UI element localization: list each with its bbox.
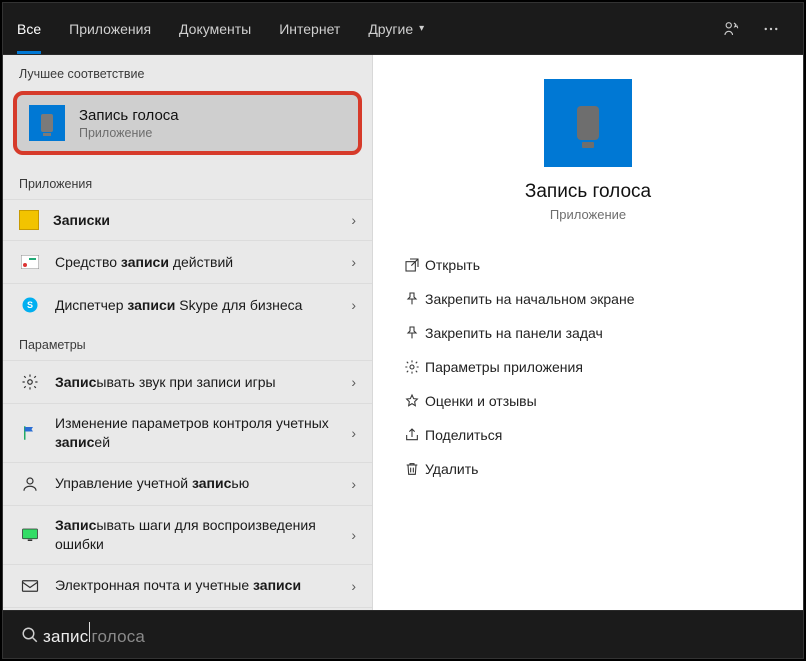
list-item-label: Записки <box>53 211 351 230</box>
action-label: Параметры приложения <box>425 359 583 375</box>
setting-result-record-steps[interactable]: Записывать шаги для воспроизведения ошиб… <box>3 505 372 564</box>
action-pin-start[interactable]: Закрепить на начальном экране <box>393 282 783 316</box>
section-best-match: Лучшее соответствие <box>3 55 372 89</box>
search-icon <box>17 626 43 644</box>
action-app-settings[interactable]: Параметры приложения <box>393 350 783 384</box>
tab-more[interactable]: Другие ▾ <box>354 3 438 54</box>
section-web-search: Поиск в Интернете <box>3 607 372 610</box>
action-label: Поделиться <box>425 427 502 443</box>
pin-taskbar-icon <box>399 325 425 341</box>
results-panel: Лучшее соответствие Запись голоса Прилож… <box>3 55 373 610</box>
list-item-label: Электронная почта и учетные записи <box>55 576 351 595</box>
app-result-sticky-notes[interactable]: Записки › <box>3 199 372 240</box>
app-tile-icon <box>544 79 632 167</box>
chevron-right-icon: › <box>351 254 356 270</box>
monitor-icon <box>19 524 41 546</box>
action-label: Открыть <box>425 257 480 273</box>
share-icon <box>399 427 425 443</box>
chevron-right-icon: › <box>351 212 356 228</box>
chevron-right-icon: › <box>351 527 356 543</box>
search-typed-text: запис <box>43 627 88 647</box>
skype-icon: S <box>19 294 41 316</box>
microphone-icon <box>577 106 599 140</box>
list-item-label: Управление учетной записью <box>55 474 351 493</box>
trash-icon <box>399 461 425 477</box>
chevron-right-icon: › <box>351 476 356 492</box>
action-rate[interactable]: Оценки и отзывы <box>393 384 783 418</box>
gear-icon <box>399 359 425 375</box>
search-bar[interactable]: запис голоса <box>3 610 803 658</box>
section-apps: Приложения <box>3 165 372 199</box>
setting-result-account-mgmt[interactable]: Управление учетной записью › <box>3 462 372 505</box>
pin-start-icon <box>399 291 425 307</box>
svg-text:S: S <box>27 300 33 310</box>
action-label: Закрепить на панели задач <box>425 325 603 341</box>
chevron-right-icon: › <box>351 374 356 390</box>
tab-more-label: Другие <box>368 21 413 37</box>
tab-docs-label: Документы <box>179 21 251 37</box>
preview-panel: Запись голоса Приложение Открыть Закрепи… <box>373 55 803 610</box>
tab-all[interactable]: Все <box>3 3 55 54</box>
gear-icon <box>19 371 41 393</box>
open-icon <box>399 257 425 273</box>
preview-subtitle: Приложение <box>393 207 783 222</box>
action-label: Удалить <box>425 461 478 477</box>
chevron-down-icon: ▾ <box>419 23 424 34</box>
tab-all-label: Все <box>17 21 41 37</box>
search-suggestion-text: голоса <box>91 627 145 647</box>
flag-icon <box>19 422 41 444</box>
action-delete[interactable]: Удалить <box>393 452 783 486</box>
list-item-label: Записывать шаги для воспроизведения ошиб… <box>55 516 351 554</box>
app-result-skype-recording[interactable]: S Диспетчер записи Skype для бизнеса › <box>3 283 372 326</box>
setting-result-game-audio[interactable]: Записывать звук при записи игры › <box>3 360 372 403</box>
chevron-right-icon: › <box>351 297 356 313</box>
chevron-right-icon: › <box>351 578 356 594</box>
account-icon <box>19 473 41 495</box>
tab-web[interactable]: Интернет <box>265 3 354 54</box>
star-icon <box>399 393 425 409</box>
setting-result-email-accounts[interactable]: Электронная почта и учетные записи › <box>3 564 372 607</box>
list-item-label: Диспетчер записи Skype для бизнеса <box>55 296 351 315</box>
feedback-icon[interactable] <box>711 9 751 49</box>
more-options-icon[interactable] <box>751 9 791 49</box>
tab-apps-label: Приложения <box>69 21 151 37</box>
voice-recorder-tile-icon <box>29 105 65 141</box>
action-share[interactable]: Поделиться <box>393 418 783 452</box>
list-item-label: Записывать звук при записи игры <box>55 373 351 392</box>
tab-web-label: Интернет <box>279 21 340 37</box>
top-tabs-bar: Все Приложения Документы Интернет Другие… <box>3 3 803 55</box>
preview-title: Запись голоса <box>393 181 783 203</box>
best-match-item[interactable]: Запись голоса Приложение <box>13 91 362 155</box>
setting-result-uac[interactable]: Изменение параметров контроля учетных за… <box>3 403 372 462</box>
best-match-title: Запись голоса <box>79 107 179 124</box>
tab-apps[interactable]: Приложения <box>55 3 165 54</box>
text-caret <box>89 622 90 642</box>
chevron-right-icon: › <box>351 425 356 441</box>
search-input[interactable]: запис голоса <box>43 622 145 647</box>
action-label: Закрепить на начальном экране <box>425 291 635 307</box>
best-match-sub: Приложение <box>79 126 179 140</box>
section-settings: Параметры <box>3 326 372 360</box>
list-item-label: Средство записи действий <box>55 253 351 272</box>
action-pin-taskbar[interactable]: Закрепить на панели задач <box>393 316 783 350</box>
action-open[interactable]: Открыть <box>393 248 783 282</box>
mail-icon <box>19 575 41 597</box>
sticky-notes-icon <box>19 210 39 230</box>
steps-recorder-icon <box>19 251 41 273</box>
action-label: Оценки и отзывы <box>425 393 537 409</box>
tab-docs[interactable]: Документы <box>165 3 265 54</box>
list-item-label: Изменение параметров контроля учетных за… <box>55 414 351 452</box>
app-result-steps-recorder[interactable]: Средство записи действий › <box>3 240 372 283</box>
